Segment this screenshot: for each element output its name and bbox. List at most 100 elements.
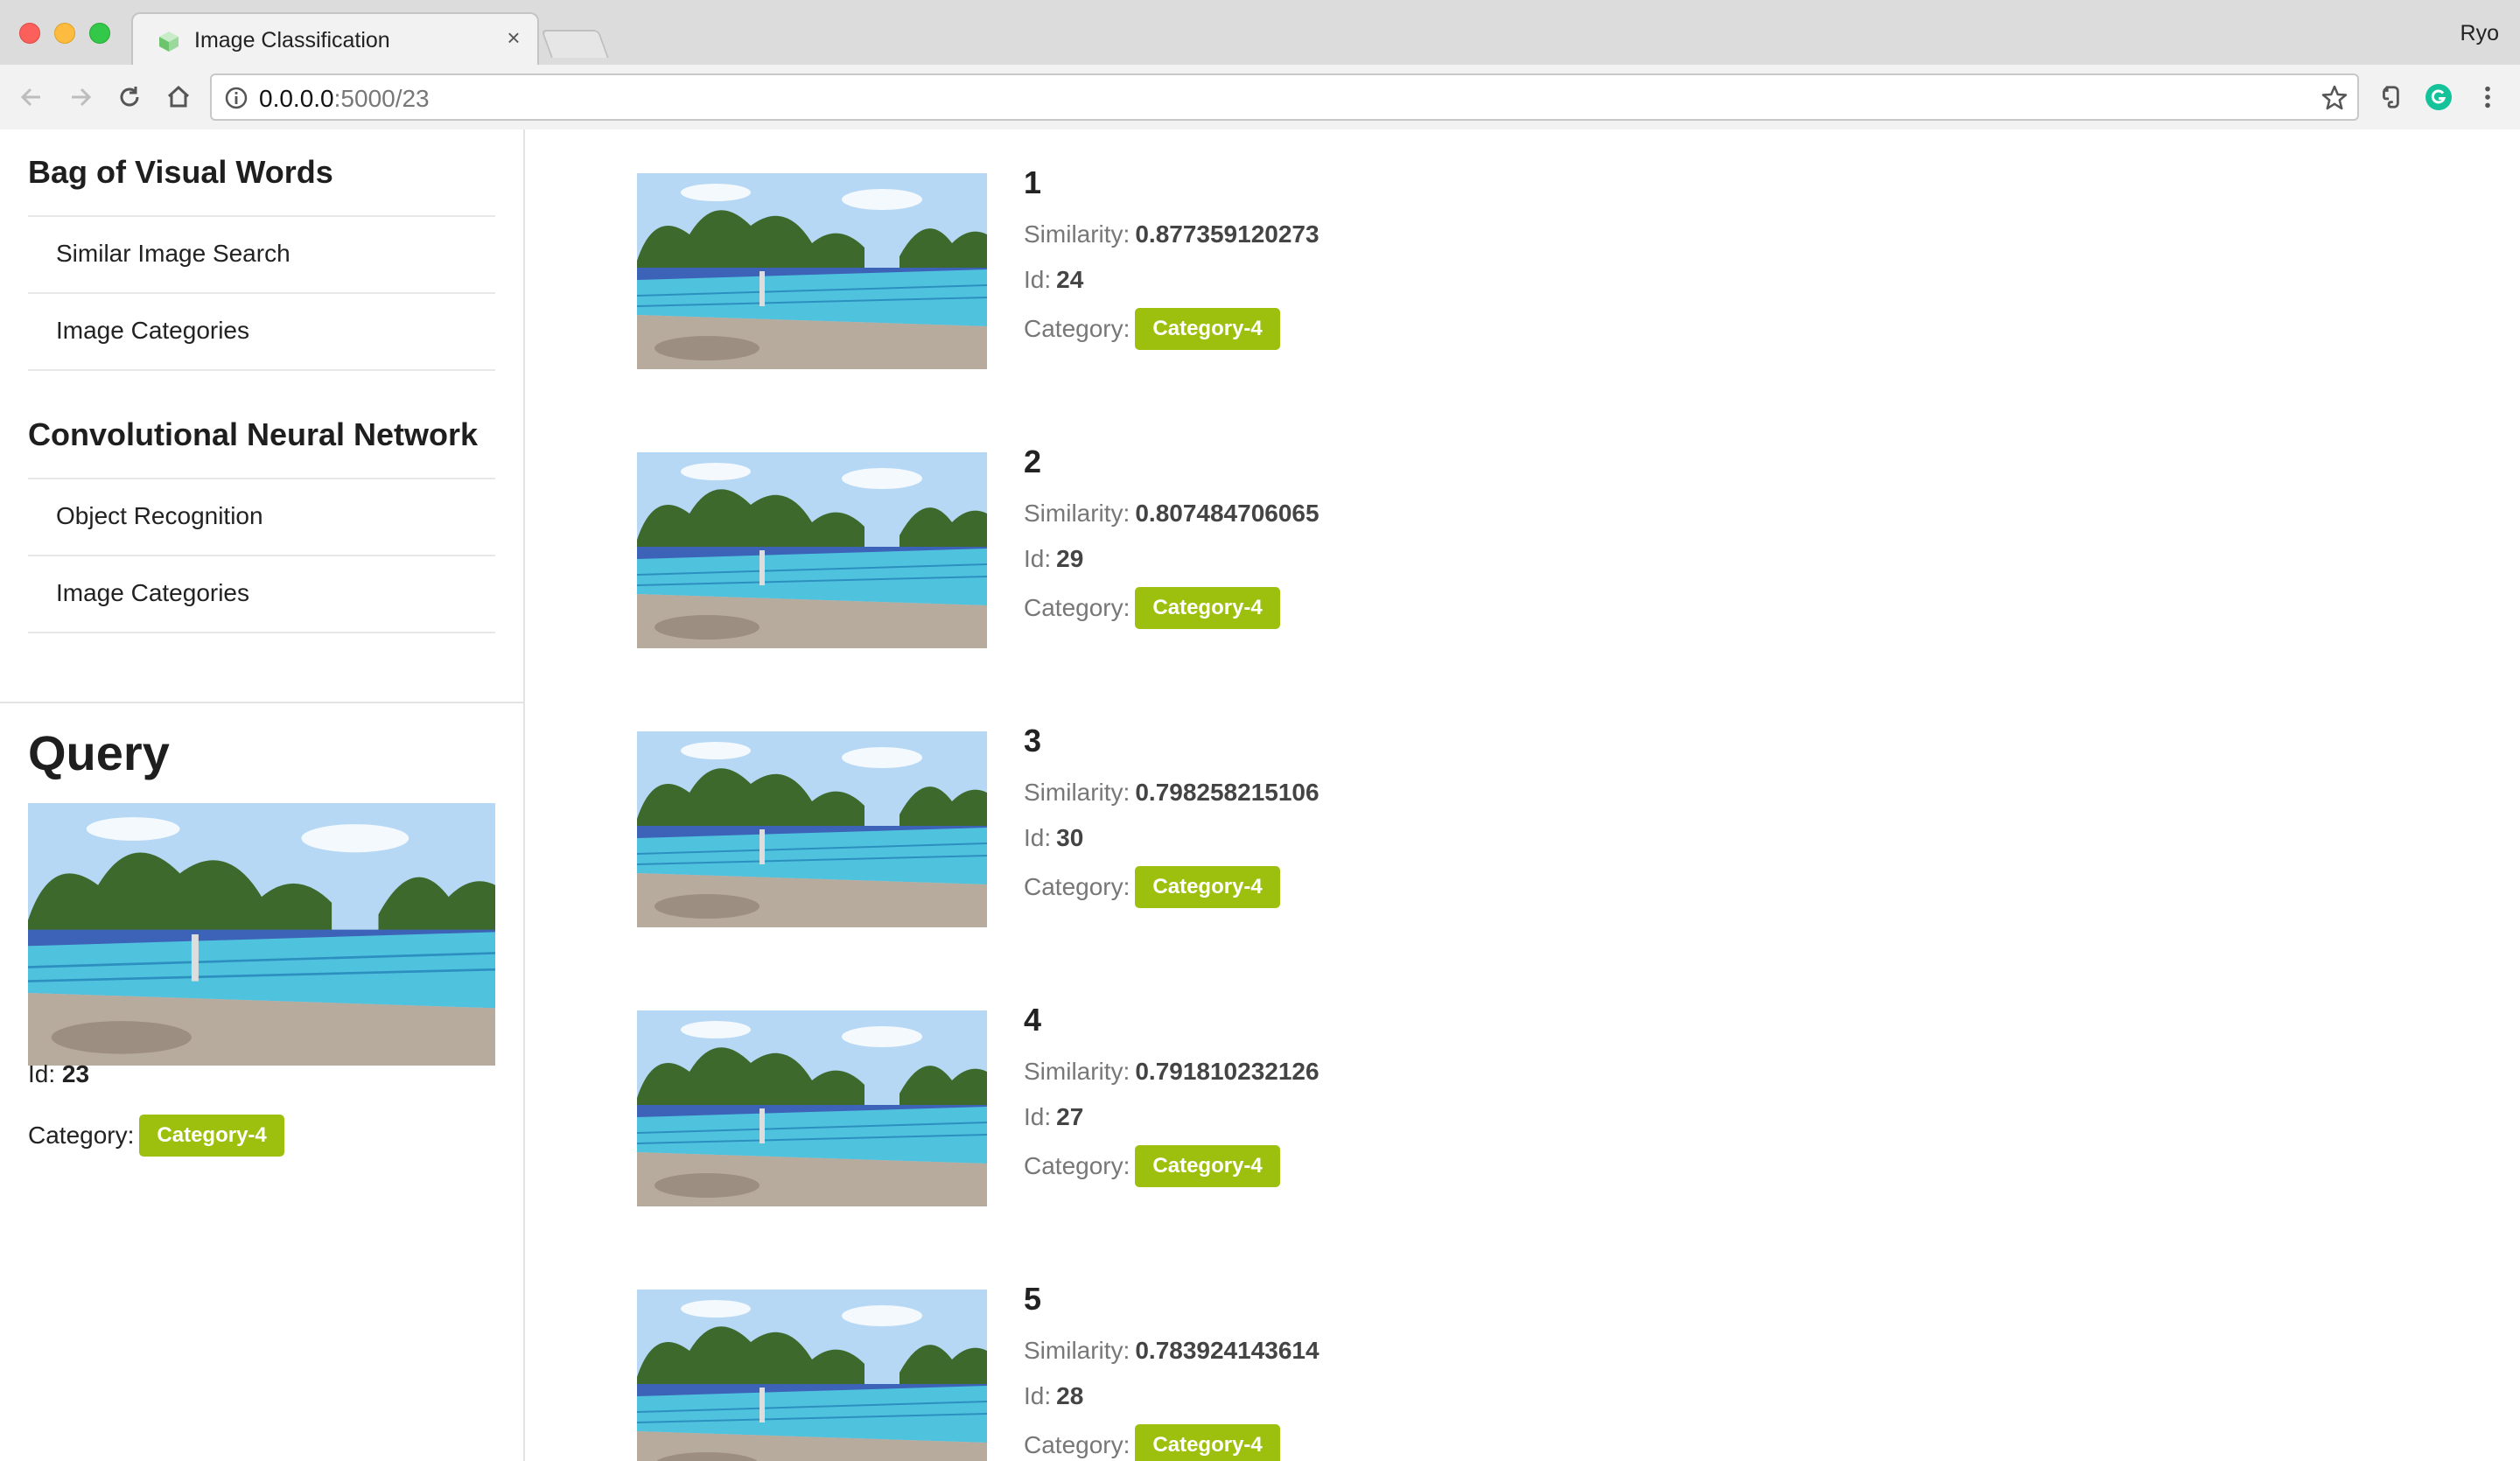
result-info: 4 Similarity: 0.791810232126 Id: 27 Catego… [1024,1002,1320,1189]
profile-name[interactable]: Ryo [2460,21,2499,46]
similarity-label: Similarity: [1024,1337,1130,1364]
more-vertical-icon [2485,86,2490,108]
query-id-value: 23 [61,1060,90,1087]
result-category: Category: Category-4 [1024,864,1320,910]
category-label: Category: [1024,315,1130,342]
similarity-value: 0.791810232126 [1135,1058,1320,1085]
tab-close-icon[interactable]: × [500,24,527,51]
query-id-label: Id: [28,1060,56,1087]
result-id: Id: 28 [1024,1374,1320,1419]
maximize-window-button[interactable] [89,23,110,44]
category-badge: Category-4 [139,1115,284,1157]
url-text[interactable]: 0.0.0.0:5000/23 [259,85,430,113]
browser-menu-button[interactable] [2471,80,2504,114]
result-similarity: Similarity: 0.807484706065 [1024,491,1320,536]
result-info: 5 Similarity: 0.783924143614 Id: 28 Catego… [1024,1281,1320,1461]
results-list: 1 Similarity: 0.877359120273 Id: 24 Catego… [527,129,2520,1461]
result-item: 3 Similarity: 0.798258215106 Id: 30 Catego… [637,688,1862,927]
query-id: Id: 23 [28,1060,89,1088]
result-image[interactable] [637,173,987,369]
query-image [28,803,495,1066]
nav-header-cnn: Convolutional Neural Network [28,392,495,479]
result-id: Id: 30 [1024,815,1320,861]
grammarly-icon [2426,84,2452,110]
reload-button[interactable] [112,80,147,115]
result-id: Id: 27 [1024,1094,1320,1140]
id-label: Id: [1024,1103,1052,1130]
result-item: 2 Similarity: 0.807484706065 Id: 29 Catego… [637,409,1862,648]
result-item: 1 Similarity: 0.877359120273 Id: 24 Catego… [637,129,1862,369]
result-rank: 2 [1024,444,1042,479]
bookmark-star-icon[interactable] [2320,84,2348,112]
similarity-label: Similarity: [1024,220,1130,248]
result-image[interactable] [637,1010,987,1206]
result-id: Id: 29 [1024,536,1320,582]
query-title: Query [28,725,170,780]
similarity-value: 0.807484706065 [1135,500,1320,527]
similarity-label: Similarity: [1024,779,1130,806]
result-image[interactable] [637,1290,987,1461]
address-bar[interactable]: 0.0.0.0:5000/23 [210,73,2359,121]
result-id: Id: 24 [1024,257,1320,303]
result-image[interactable] [637,731,987,927]
result-rank: 3 [1024,723,1042,758]
category-badge: Category-4 [1135,1424,1280,1461]
result-info: 1 Similarity: 0.877359120273 Id: 24 Catego… [1024,164,1320,352]
result-similarity: Similarity: 0.798258215106 [1024,770,1320,815]
result-category: Category: Category-4 [1024,306,1320,352]
nav-item-cnn-image-categories[interactable]: Image Categories [28,556,495,633]
browser-tab-active[interactable]: Image Classification × [131,12,539,66]
category-badge: Category-4 [1135,308,1280,350]
home-button[interactable] [161,80,196,115]
id-label: Id: [1024,545,1052,572]
result-category: Category: Category-4 [1024,585,1320,631]
category-badge: Category-4 [1135,866,1280,908]
arrow-left-icon [20,87,40,107]
grammarly-extension-button[interactable] [2422,80,2455,114]
cube-icon [159,31,178,52]
result-rank: 4 [1024,1002,1042,1038]
forward-button[interactable] [63,80,98,115]
id-label: Id: [1024,266,1052,293]
minimize-window-button[interactable] [54,23,75,44]
id-value: 24 [1056,266,1084,293]
query-category: Category: Category-4 [28,1115,284,1157]
category-label: Category: [1024,594,1130,621]
result-similarity: Similarity: 0.783924143614 [1024,1328,1320,1374]
nav-header-bovw: Bag of Visual Words [28,129,495,217]
result-similarity: Similarity: 0.877359120273 [1024,212,1320,257]
id-value: 28 [1056,1382,1084,1409]
evernote-extension-button[interactable] [2373,80,2406,114]
info-icon[interactable] [224,86,248,110]
result-category: Category: Category-4 [1024,1423,1320,1461]
tab-title: Image Classification [194,28,390,52]
sidebar: Bag of Visual Words Similar Image Search… [0,129,525,1461]
home-icon [167,85,190,108]
tab-strip: Image Classification × Ryo [0,0,2520,66]
id-label: Id: [1024,824,1052,851]
back-button[interactable] [14,80,49,115]
nav-item-object-recognition[interactable]: Object Recognition [28,479,495,556]
evernote-icon [2383,86,2399,108]
similarity-value: 0.783924143614 [1135,1337,1320,1364]
browser-chrome: Image Classification × Ryo 0.0.0.0:5000/… [0,0,2520,129]
close-window-button[interactable] [19,23,40,44]
nav-section-cnn: Convolutional Neural Network Object Reco… [28,392,495,633]
result-item: 4 Similarity: 0.791810232126 Id: 27 Catego… [637,967,1862,1206]
nav-item-bovw-image-categories[interactable]: Image Categories [28,294,495,371]
similarity-value: 0.798258215106 [1135,779,1320,806]
similarity-value: 0.877359120273 [1135,220,1320,248]
result-image[interactable] [637,452,987,648]
browser-toolbar: 0.0.0.0:5000/23 [0,65,2520,129]
nav-section-bovw: Bag of Visual Words Similar Image Search… [28,129,495,371]
nav-item-similar-image-search[interactable]: Similar Image Search [28,217,495,294]
id-value: 30 [1056,824,1084,851]
result-rank: 1 [1024,164,1042,200]
category-badge: Category-4 [1135,1145,1280,1187]
new-tab-button[interactable] [541,30,609,58]
result-item: 5 Similarity: 0.783924143614 Id: 28 Catego… [637,1246,1862,1461]
query-category-label: Category: [28,1122,135,1149]
result-category: Category: Category-4 [1024,1143,1320,1189]
url-host: 0.0.0.0 [259,85,334,112]
reload-icon [120,87,139,107]
